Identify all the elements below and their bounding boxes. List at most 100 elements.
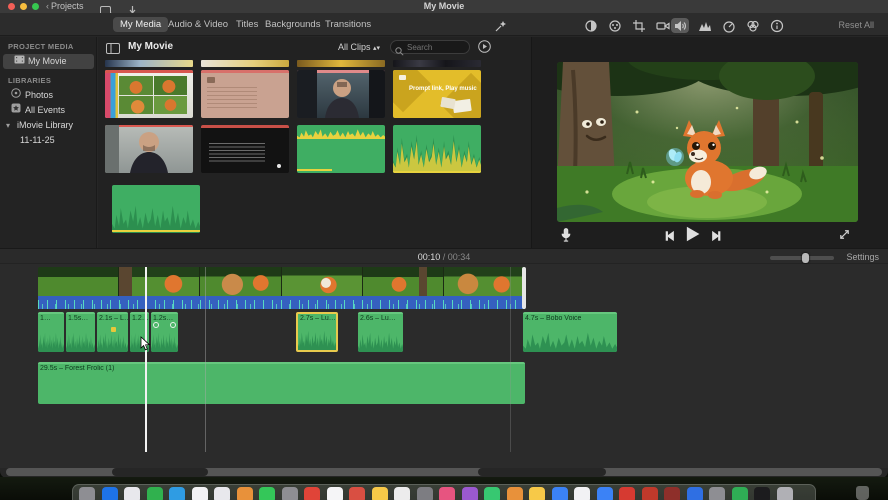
timeline-audio-clip[interactable]: 2.6s – Lu…: [358, 312, 403, 352]
next-frame-button[interactable]: [710, 229, 722, 247]
dock-app-icon[interactable]: [776, 487, 793, 500]
speed-icon[interactable]: [720, 18, 738, 33]
timeline-audio-clip[interactable]: 4.7s – Bobo Voice: [523, 312, 617, 352]
play-circle-icon[interactable]: [478, 40, 491, 58]
timecode-current: 00:10: [417, 252, 441, 262]
volume-fade-handle[interactable]: [170, 322, 176, 328]
libraries-header: LIBRARIES: [8, 76, 52, 85]
media-thumbnail-audio-clip[interactable]: [112, 185, 200, 233]
tab-audio-video[interactable]: Audio & Video: [161, 17, 235, 32]
sidebar-toggle-icon[interactable]: [106, 41, 120, 59]
dock-app-icon[interactable]: [664, 487, 680, 500]
dock-app-icon[interactable]: [529, 487, 545, 500]
dock-app-icon[interactable]: [169, 487, 185, 500]
media-thumbnail-code-window[interactable]: [201, 125, 289, 173]
dock-app-icon[interactable]: [461, 487, 478, 500]
fullscreen-icon[interactable]: [838, 228, 851, 246]
dock[interactable]: [72, 484, 816, 500]
dock-app-icon[interactable]: [506, 487, 523, 500]
volume-adjust-icon[interactable]: [671, 18, 689, 33]
dock-app-icon[interactable]: [574, 487, 590, 500]
reset-all-button[interactable]: Reset All: [838, 20, 874, 30]
dock-app-icon[interactable]: [214, 487, 230, 500]
dock-app-icon[interactable]: [686, 487, 703, 500]
media-thumbnail-presenter[interactable]: [297, 70, 385, 118]
media-thumbnail-audio-clip[interactable]: [393, 125, 481, 173]
tab-my-media[interactable]: My Media: [113, 17, 169, 32]
noise-equalizer-icon[interactable]: [696, 18, 714, 33]
volume-fade-handle[interactable]: [153, 322, 159, 328]
media-thumbnail[interactable]: [201, 60, 289, 67]
media-thumbnail-document[interactable]: [201, 70, 289, 118]
media-thumbnail-fox-grid[interactable]: [105, 70, 193, 118]
media-thumbnail[interactable]: [393, 60, 481, 67]
dock-app-icon[interactable]: [326, 487, 343, 500]
media-thumbnail[interactable]: [105, 60, 193, 67]
clip-filter-dropdown[interactable]: All Clips ▴▾: [338, 42, 380, 52]
trash-icon[interactable]: [856, 486, 869, 500]
dock-app-icon[interactable]: [146, 487, 163, 500]
dock-app-icon[interactable]: [124, 487, 140, 500]
dock-app-icon[interactable]: [371, 487, 388, 500]
tab-transitions[interactable]: Transitions: [318, 17, 378, 32]
dock-app-icon[interactable]: [236, 487, 253, 500]
timeline-audio-clip-selected[interactable]: 2.7s – Lu…: [296, 312, 338, 352]
search-input[interactable]: [407, 42, 467, 53]
dock-app-icon[interactable]: [281, 487, 298, 500]
sidebar-item-photos[interactable]: Photos: [0, 88, 97, 103]
stabilization-icon[interactable]: [654, 18, 672, 33]
imovie-window: ‹ Projects My Movie My Media Audio & Vide…: [0, 0, 888, 478]
dock-app-icon[interactable]: [619, 487, 635, 500]
video-clip-filmstrip[interactable]: [38, 267, 525, 296]
dock-app-icon[interactable]: [641, 487, 658, 500]
play-button[interactable]: [684, 226, 700, 247]
dock-app-icon[interactable]: [259, 487, 275, 500]
clip-filter-icon[interactable]: [744, 18, 762, 33]
dock-app-icon[interactable]: [754, 487, 770, 500]
record-voiceover-mic-icon[interactable]: [560, 227, 572, 249]
timeline-audio-clip[interactable]: 1.5s…: [66, 312, 95, 352]
previous-frame-button[interactable]: [664, 229, 676, 247]
dock-app-icon[interactable]: [416, 487, 433, 500]
timeline-audio-clip[interactable]: 1.2s…: [151, 312, 178, 352]
search-box[interactable]: [390, 40, 470, 56]
sidebar-item-all-events[interactable]: All Events: [0, 103, 97, 118]
sidebar-item-imovie-library[interactable]: ▾ iMovie Library: [0, 118, 97, 133]
browser-header: My Movie All Clips ▴▾: [98, 37, 531, 58]
media-thumbnail-audio-clip[interactable]: [297, 125, 385, 173]
dock-app-icon[interactable]: [596, 487, 613, 500]
timeline-zoom-knob[interactable]: [802, 253, 809, 263]
media-thumbnail[interactable]: [297, 60, 385, 67]
clip-info-icon[interactable]: [768, 18, 786, 33]
dock-app-icon[interactable]: [709, 487, 725, 500]
dock-app-icon[interactable]: [79, 487, 95, 500]
dock-app-icon[interactable]: [551, 487, 568, 500]
timeline: 1… 1.5s… 2.1s – L… 1.2… 1.2s… 2.7s – Lu…: [0, 264, 888, 476]
dock-app-icon[interactable]: [731, 487, 748, 500]
timeline-settings-button[interactable]: Settings: [846, 252, 879, 262]
top-toolbar: My Media Audio & Video Titles Background…: [0, 13, 888, 36]
color-correction-icon[interactable]: [606, 18, 624, 33]
dock-app-icon[interactable]: [394, 487, 410, 500]
sidebar-item-event-date[interactable]: 11-11-25: [0, 133, 97, 148]
timeline-music-clip[interactable]: 29.5s – Forest Frolic (1): [38, 362, 525, 404]
dock-app-icon[interactable]: [349, 487, 365, 500]
dock-app-icon[interactable]: [304, 487, 320, 500]
dock-app-icon[interactable]: [439, 487, 455, 500]
timeline-audio-clip[interactable]: 1…: [38, 312, 64, 352]
sidebar-item-my-movie[interactable]: My Movie: [3, 54, 94, 69]
video-clip-audio-strip[interactable]: [38, 296, 529, 309]
playhead[interactable]: [145, 267, 147, 452]
enhance-wand-icon[interactable]: [492, 18, 510, 33]
color-balance-icon[interactable]: [582, 18, 600, 33]
dock-app-icon[interactable]: [191, 487, 208, 500]
timeline-scrollbar[interactable]: [6, 468, 882, 476]
crop-icon[interactable]: [630, 18, 648, 33]
clip-trim-handle[interactable]: [522, 267, 526, 309]
timeline-audio-clip[interactable]: 2.1s – L…: [97, 312, 128, 352]
media-thumbnail-slide[interactable]: Prompt link, Play music: [393, 70, 481, 118]
timeline-header: 00:10 / 00:34 Settings: [0, 248, 888, 264]
dock-app-icon[interactable]: [101, 487, 118, 500]
media-thumbnail-presenter[interactable]: [105, 125, 193, 173]
dock-app-icon[interactable]: [484, 487, 500, 500]
